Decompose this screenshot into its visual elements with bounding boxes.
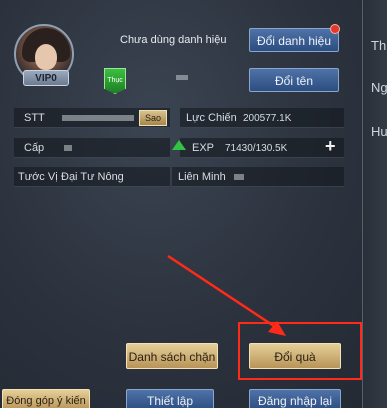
avatar-face [35, 44, 57, 70]
faction-badge: Thục [104, 68, 126, 94]
level-up-arrow-icon [172, 140, 186, 150]
alliance-value-redacted [234, 174, 244, 180]
rank-label: Tước Vị [18, 171, 58, 183]
feedback-button[interactable]: Đóng góp ý kiến [2, 389, 90, 408]
exp-value: 71430/130.5K [225, 143, 288, 154]
relogin-button[interactable]: Đăng nhập lại [249, 389, 341, 408]
alliance-label: Liên Minh [178, 171, 226, 183]
stt-value-redacted [62, 115, 134, 121]
settings-button[interactable]: Thiết lập [126, 389, 214, 408]
vip-badge[interactable]: VIP0 [23, 70, 69, 86]
level-label: Cấp [24, 142, 45, 154]
right-panel-label-1: Th [371, 38, 387, 53]
copy-id-button[interactable]: Sao [139, 110, 167, 126]
rank-value: Đại Tư Nông [61, 171, 124, 183]
power-label: Lực Chiến [186, 112, 237, 124]
right-panel-label-3: Hu [371, 124, 387, 139]
exp-label: EXP [192, 142, 215, 154]
rename-button[interactable]: Đổi tên [249, 68, 339, 92]
power-value: 200577.1K [243, 113, 292, 124]
plus-icon[interactable]: + [325, 137, 336, 155]
title-status: Chưa dùng danh hiệu [120, 34, 227, 46]
blocklist-button[interactable]: Danh sách chặn [126, 343, 218, 369]
right-side-panel: Th Ng Hu [362, 0, 387, 408]
highlight-frame [238, 322, 362, 380]
stt-label: STT [24, 112, 45, 124]
level-value-redacted [64, 145, 72, 151]
right-panel-label-2: Ng [371, 80, 387, 95]
player-name-redacted [176, 75, 188, 80]
notification-dot [330, 24, 340, 34]
change-title-button[interactable]: Đổi danh hiệu [249, 28, 339, 52]
